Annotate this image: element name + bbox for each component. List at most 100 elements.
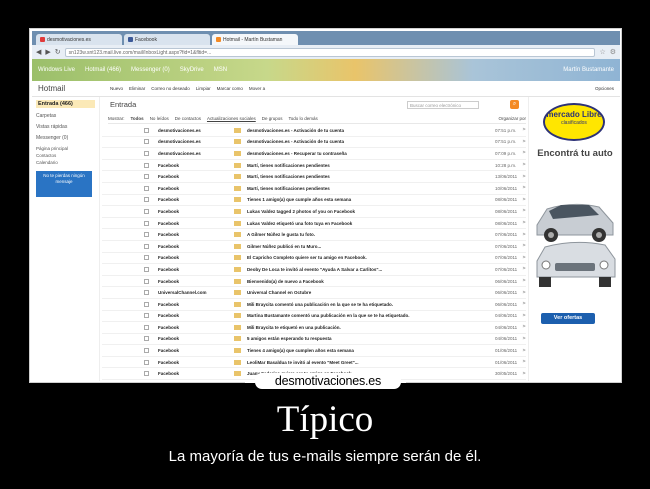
message-row[interactable]: Facebook LeoliMar Basaldua te invitó al e… xyxy=(102,357,526,369)
message-row[interactable]: desmotivaciones.es desmotivaciones.es - A… xyxy=(102,125,526,137)
message-row[interactable]: Facebook Mili Braycita comentó una public… xyxy=(102,299,526,311)
flag-icon[interactable]: ⚑ xyxy=(522,232,526,238)
flag-icon[interactable]: ⚑ xyxy=(522,243,526,249)
message-row[interactable]: Facebook Lukas Valdez etiquetó una foto t… xyxy=(102,218,526,230)
row-checkbox[interactable] xyxy=(144,243,149,249)
row-checkbox[interactable] xyxy=(144,255,149,261)
flag-icon[interactable]: ⚑ xyxy=(522,266,526,272)
move-to-button[interactable]: Mover a xyxy=(249,86,265,91)
message-row[interactable]: Facebook A Gilmer Núñez le gusta tu foto.… xyxy=(102,229,526,241)
flag-icon[interactable]: ⚑ xyxy=(522,324,526,330)
sidebar-link-home[interactable]: Página principal xyxy=(36,146,95,151)
hotmail-logo[interactable]: Hotmail xyxy=(38,84,104,93)
message-row[interactable]: Facebook Martina Bustamante comentó una p… xyxy=(102,311,526,323)
message-row[interactable]: Facebook El Capricho Completo quiere ser … xyxy=(102,253,526,265)
flag-icon[interactable]: ⚑ xyxy=(522,150,526,156)
filter-groups[interactable]: De grupos xyxy=(262,116,283,121)
message-row[interactable]: Facebook Martí, tienes notificaciones pen… xyxy=(102,160,526,172)
filter-all[interactable]: Todos xyxy=(131,116,144,121)
row-checkbox[interactable] xyxy=(144,197,149,203)
flag-icon[interactable]: ⚑ xyxy=(522,208,526,214)
sidebar-item-folders[interactable]: Carpetas xyxy=(36,113,95,119)
sidebar-item-inbox[interactable]: Entrada (466) xyxy=(36,100,95,108)
row-checkbox[interactable] xyxy=(144,371,149,377)
flag-icon[interactable]: ⚑ xyxy=(522,336,526,342)
row-checkbox[interactable] xyxy=(144,359,149,365)
sidebar-link-calendar[interactable]: Calendario xyxy=(36,160,95,165)
row-checkbox[interactable] xyxy=(144,313,149,319)
message-row[interactable]: Facebook Lukas Valdez tagged 2 photos of … xyxy=(102,206,526,218)
reload-icon[interactable]: ↻ xyxy=(55,48,61,56)
header-link[interactable]: Windows Live xyxy=(38,67,75,73)
flag-icon[interactable]: ⚑ xyxy=(522,278,526,284)
filter-social[interactable]: Actualizaciones sociales xyxy=(207,116,256,121)
search-icon[interactable]: ⌕ xyxy=(510,100,519,109)
browser-tab[interactable]: Facebook xyxy=(124,34,210,45)
flag-icon[interactable]: ⚑ xyxy=(522,290,526,296)
message-row[interactable]: Facebook Mili Braycita te etiquetó en una… xyxy=(102,322,526,334)
row-checkbox[interactable] xyxy=(144,324,149,330)
row-checkbox[interactable] xyxy=(144,278,149,284)
options-button[interactable]: Opciones xyxy=(595,86,614,91)
message-row[interactable]: Facebook Bienvenido(a) de nuevo a Faceboo… xyxy=(102,276,526,288)
flag-icon[interactable]: ⚑ xyxy=(522,127,526,133)
filter-everything-else[interactable]: Todo lo demás xyxy=(289,116,318,121)
user-name[interactable]: Martín Bustamante xyxy=(563,67,614,73)
row-checkbox[interactable] xyxy=(144,232,149,238)
flag-icon[interactable]: ⚑ xyxy=(522,185,526,191)
see-offers-button[interactable]: Ver ofertas xyxy=(541,313,595,324)
header-link[interactable]: MSN xyxy=(214,67,227,73)
row-checkbox[interactable] xyxy=(144,127,149,133)
row-checkbox[interactable] xyxy=(144,162,149,168)
sidebar-link-contacts[interactable]: Contactos xyxy=(36,153,95,158)
flag-icon[interactable]: ⚑ xyxy=(522,371,526,377)
message-row[interactable]: Facebook Tienes 4 amigo(a) que cumplen añ… xyxy=(102,345,526,357)
browser-tab-active[interactable]: Hotmail - Martín Bustaman xyxy=(212,34,298,45)
sidebar-item-quick-views[interactable]: Vistas rápidas xyxy=(36,124,95,130)
row-checkbox[interactable] xyxy=(144,290,149,296)
flag-icon[interactable]: ⚑ xyxy=(522,348,526,354)
header-link[interactable]: SkyDrive xyxy=(180,67,204,73)
flag-icon[interactable]: ⚑ xyxy=(522,162,526,168)
new-button[interactable]: Nuevo xyxy=(110,86,123,91)
row-checkbox[interactable] xyxy=(144,348,149,354)
header-link[interactable]: Messenger (0) xyxy=(131,67,170,73)
message-row[interactable]: desmotivaciones.es desmotivaciones.es - R… xyxy=(102,148,526,160)
message-row[interactable]: desmotivaciones.es desmotivaciones.es - A… xyxy=(102,137,526,149)
search-input[interactable]: Buscar correo electrónico xyxy=(407,101,479,109)
row-checkbox[interactable] xyxy=(144,174,149,180)
sidebar-item-messenger[interactable]: Messenger (0) xyxy=(36,135,95,141)
message-row[interactable]: Facebook Martí, tienes notificaciones pen… xyxy=(102,183,526,195)
delete-button[interactable]: Eliminar xyxy=(129,86,145,91)
mark-as-button[interactable]: Marcar como xyxy=(217,86,243,91)
row-checkbox[interactable] xyxy=(144,208,149,214)
flag-icon[interactable]: ⚑ xyxy=(522,359,526,365)
wrench-icon[interactable]: ⚙ xyxy=(610,48,616,56)
row-checkbox[interactable] xyxy=(144,301,149,307)
flag-icon[interactable]: ⚑ xyxy=(522,220,526,226)
row-checkbox[interactable] xyxy=(144,185,149,191)
row-checkbox[interactable] xyxy=(144,266,149,272)
mercadolibre-logo[interactable]: mercado Libre clasificados xyxy=(543,103,605,141)
message-row[interactable]: Facebook Tienes 1 amigo(a) que cumple año… xyxy=(102,195,526,207)
flag-icon[interactable]: ⚑ xyxy=(522,301,526,307)
message-row[interactable]: Facebook Martí, tienes notificaciones pen… xyxy=(102,171,526,183)
flag-icon[interactable]: ⚑ xyxy=(522,197,526,203)
message-row[interactable]: Facebook 5 amigos están esperando tu resp… xyxy=(102,334,526,346)
filter-unread[interactable]: No leídos xyxy=(150,116,169,121)
flag-icon[interactable]: ⚑ xyxy=(522,255,526,261)
browser-tab[interactable]: desmotivaciones.es xyxy=(36,34,122,45)
message-row[interactable]: Facebook Deoby De Loca te invitó al event… xyxy=(102,264,526,276)
bookmark-star-icon[interactable]: ☆ xyxy=(599,48,605,56)
row-checkbox[interactable] xyxy=(144,336,149,342)
url-field[interactable]: sn123w.snt123.mail.live.com/mail/InboxLi… xyxy=(64,47,596,57)
message-row[interactable]: Facebook Gilmer Núñez publicó en tu Muro.… xyxy=(102,241,526,253)
junk-button[interactable]: Correo no deseado xyxy=(151,86,190,91)
filter-contacts[interactable]: De contactos xyxy=(175,116,201,121)
message-row[interactable]: UniversalChannel.com Universal Channel en… xyxy=(102,287,526,299)
row-checkbox[interactable] xyxy=(144,220,149,226)
back-icon[interactable]: ◀ xyxy=(36,48,41,56)
sweep-button[interactable]: Limpiar xyxy=(196,86,211,91)
sidebar-promo[interactable]: No te pierdas ningún mensaje xyxy=(36,171,92,197)
organize-by-button[interactable]: Organizar por xyxy=(498,116,526,121)
